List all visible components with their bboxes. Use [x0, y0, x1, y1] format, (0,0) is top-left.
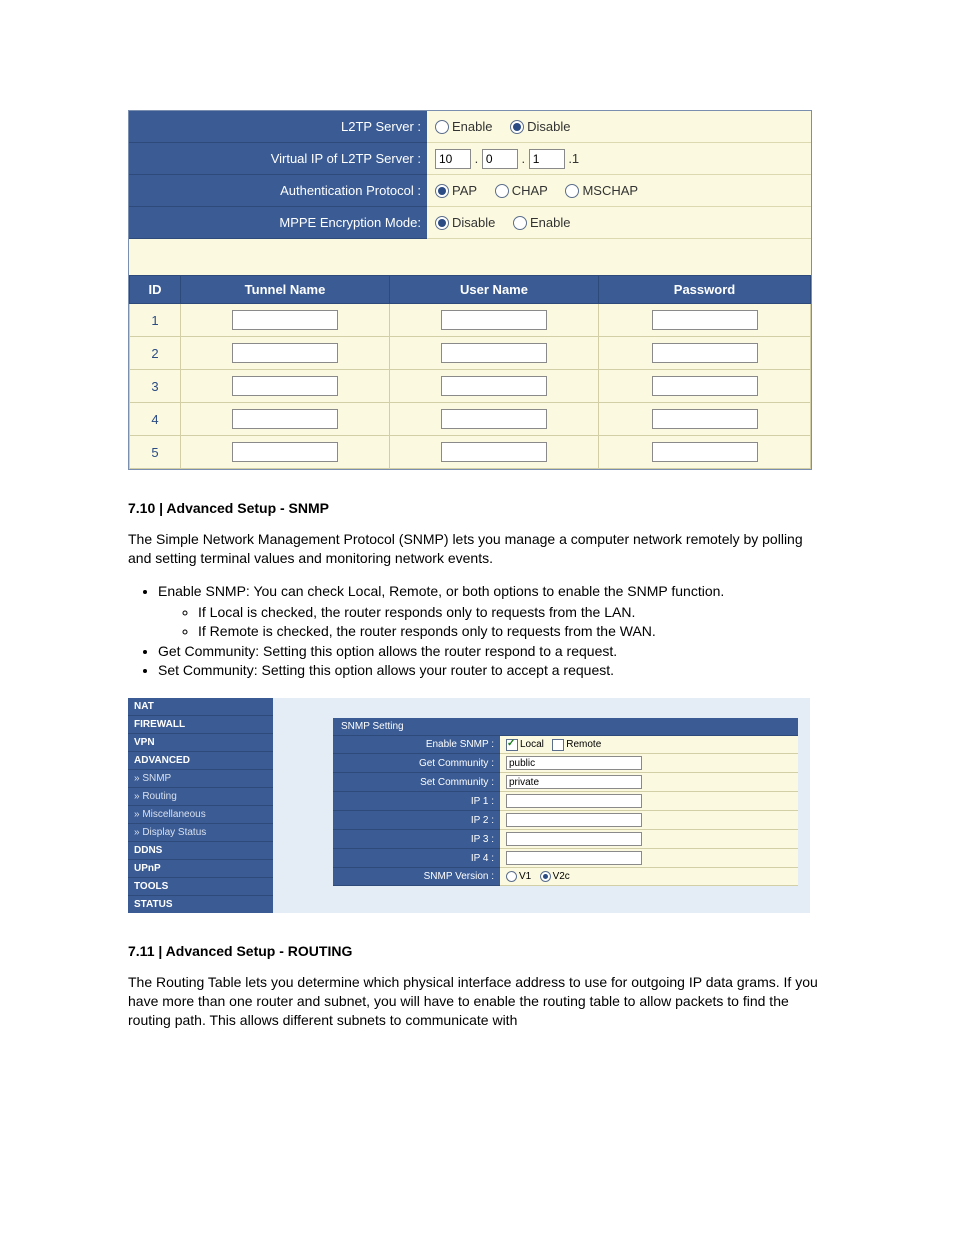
- table-row: 4: [130, 403, 811, 436]
- vip-label: Virtual IP of L2TP Server :: [129, 143, 427, 175]
- snmp-setting-title: SNMP Setting: [333, 718, 798, 736]
- ip2-input[interactable]: [506, 813, 642, 827]
- l2tp-config-panel: L2TP Server : Enable Disable Virtual IP …: [128, 110, 812, 470]
- remote-checkbox[interactable]: Remote: [552, 739, 601, 750]
- user-name-3[interactable]: [441, 376, 547, 396]
- sidebar-item-routing[interactable]: » Routing: [128, 788, 273, 806]
- sidebar-item-firewall[interactable]: FIREWALL: [128, 716, 273, 734]
- l2tp-server-label: L2TP Server :: [129, 111, 427, 143]
- l2tp-server-disable-radio[interactable]: Disable: [510, 119, 570, 135]
- tunnel-name-3[interactable]: [232, 376, 338, 396]
- password-3[interactable]: [652, 376, 758, 396]
- tunnel-name-2[interactable]: [232, 343, 338, 363]
- snmp-screenshot: NAT FIREWALL VPN ADVANCED » SNMP » Routi…: [128, 698, 810, 913]
- auth-chap-radio[interactable]: CHAP: [495, 183, 548, 199]
- sidebar-item-upnp[interactable]: UPnP: [128, 860, 273, 878]
- enable-snmp-label: Enable SNMP :: [333, 736, 500, 754]
- vip-suffix: .1: [568, 151, 579, 166]
- ip1-label: IP 1 :: [333, 792, 500, 811]
- user-name-4[interactable]: [441, 409, 547, 429]
- sidebar-item-status[interactable]: STATUS: [128, 896, 273, 913]
- sidebar-item-nat[interactable]: NAT: [128, 698, 273, 716]
- tunnel-name-4[interactable]: [232, 409, 338, 429]
- table-row: 1: [130, 304, 811, 337]
- table-row: 3: [130, 370, 811, 403]
- snmp-version-label: SNMP Version :: [333, 868, 500, 886]
- auth-pap-radio[interactable]: PAP: [435, 183, 477, 199]
- th-password: Password: [599, 276, 811, 304]
- password-2[interactable]: [652, 343, 758, 363]
- th-user-name: User Name: [390, 276, 599, 304]
- set-community-input[interactable]: [506, 775, 642, 789]
- sidebar-item-snmp[interactable]: » SNMP: [128, 770, 273, 788]
- password-1[interactable]: [652, 310, 758, 330]
- password-5[interactable]: [652, 442, 758, 462]
- mppe-label: MPPE Encryption Mode:: [129, 207, 427, 239]
- password-4[interactable]: [652, 409, 758, 429]
- v2c-radio[interactable]: V2c: [540, 871, 570, 882]
- table-row: 5: [130, 436, 811, 469]
- tunnel-table: ID Tunnel Name User Name Password 1 2 3 …: [129, 275, 811, 469]
- local-checkbox[interactable]: Local: [506, 739, 544, 750]
- sidebar-item-advanced[interactable]: ADVANCED: [128, 752, 273, 770]
- get-community-input[interactable]: [506, 756, 642, 770]
- routing-intro: The Routing Table lets you determine whi…: [128, 973, 826, 1030]
- vip-octet-3[interactable]: [529, 149, 565, 169]
- th-id: ID: [130, 276, 181, 304]
- user-name-2[interactable]: [441, 343, 547, 363]
- ip1-input[interactable]: [506, 794, 642, 808]
- snmp-bullets: Enable SNMP: You can check Local, Remote…: [158, 582, 826, 680]
- tunnel-name-1[interactable]: [232, 310, 338, 330]
- table-row: 2: [130, 337, 811, 370]
- sidebar-item-tools[interactable]: TOOLS: [128, 878, 273, 896]
- snmp-intro: The Simple Network Management Protocol (…: [128, 530, 826, 568]
- ip4-input[interactable]: [506, 851, 642, 865]
- auth-label: Authentication Protocol :: [129, 175, 427, 207]
- l2tp-server-enable-radio[interactable]: Enable: [435, 119, 492, 135]
- ip4-label: IP 4 :: [333, 849, 500, 868]
- ip3-input[interactable]: [506, 832, 642, 846]
- routing-heading: 7.11 | Advanced Setup - ROUTING: [128, 943, 826, 959]
- th-tunnel-name: Tunnel Name: [181, 276, 390, 304]
- sidebar-item-misc[interactable]: » Miscellaneous: [128, 806, 273, 824]
- get-community-label: Get Community :: [333, 754, 500, 773]
- ip2-label: IP 2 :: [333, 811, 500, 830]
- user-name-1[interactable]: [441, 310, 547, 330]
- v1-radio[interactable]: V1: [506, 871, 531, 882]
- set-community-label: Set Community :: [333, 773, 500, 792]
- auth-mschap-radio[interactable]: MSCHAP: [565, 183, 638, 199]
- mppe-disable-radio[interactable]: Disable: [435, 215, 495, 231]
- snmp-sidebar: NAT FIREWALL VPN ADVANCED » SNMP » Routi…: [128, 698, 273, 913]
- vip-octet-2[interactable]: [482, 149, 518, 169]
- mppe-enable-radio[interactable]: Enable: [513, 215, 570, 231]
- vip-octet-1[interactable]: [435, 149, 471, 169]
- user-name-5[interactable]: [441, 442, 547, 462]
- tunnel-name-5[interactable]: [232, 442, 338, 462]
- sidebar-item-vpn[interactable]: VPN: [128, 734, 273, 752]
- sidebar-item-display-status[interactable]: » Display Status: [128, 824, 273, 842]
- ip3-label: IP 3 :: [333, 830, 500, 849]
- snmp-heading: 7.10 | Advanced Setup - SNMP: [128, 500, 826, 516]
- sidebar-item-ddns[interactable]: DDNS: [128, 842, 273, 860]
